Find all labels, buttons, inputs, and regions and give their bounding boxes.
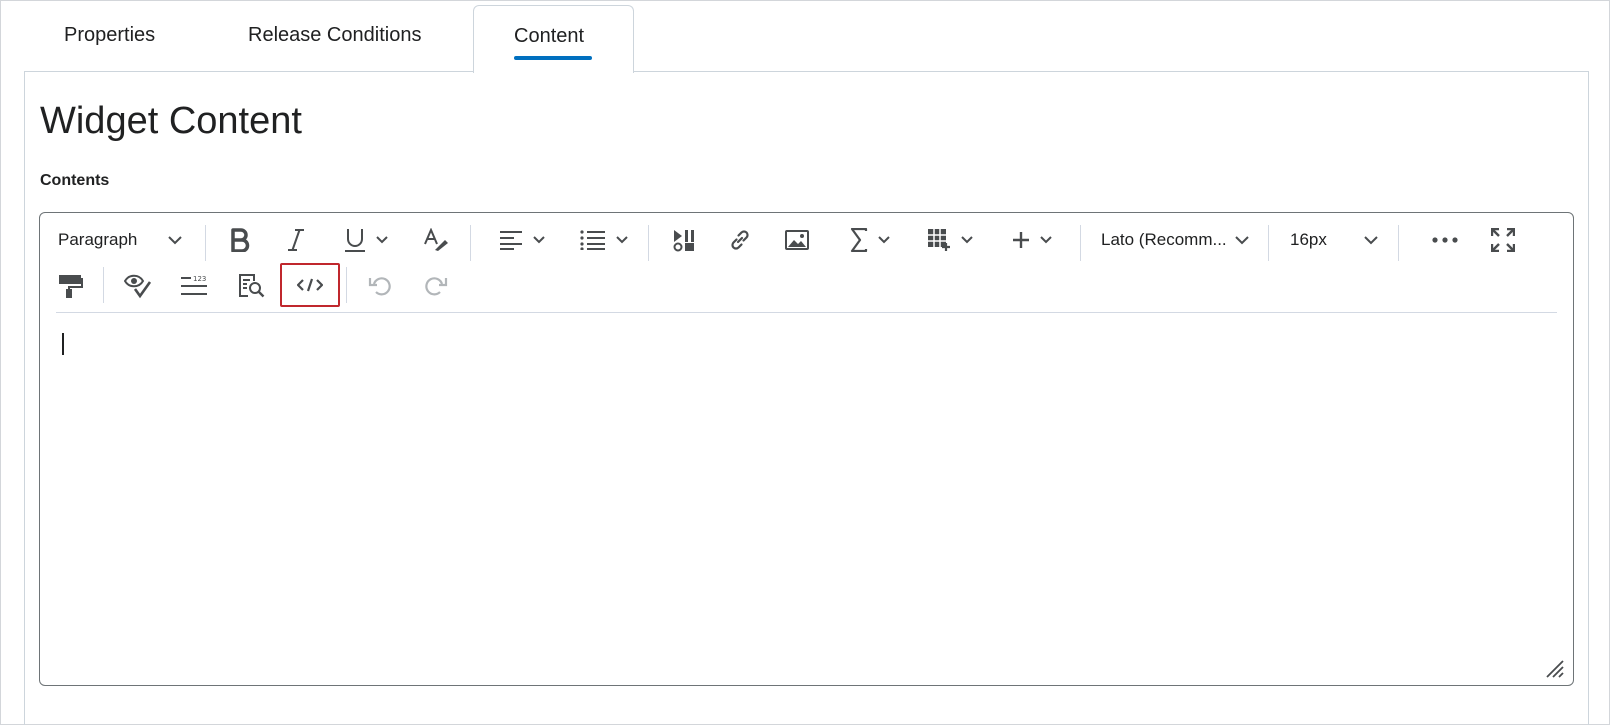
ellipsis-icon bbox=[1432, 237, 1458, 243]
word-count-icon: 123 bbox=[181, 275, 207, 295]
tab-release-conditions[interactable]: Release Conditions bbox=[248, 24, 421, 47]
link-button[interactable] bbox=[720, 221, 760, 259]
fullscreen-button[interactable] bbox=[1483, 221, 1523, 259]
align-button[interactable] bbox=[492, 221, 552, 259]
toolbar-divider bbox=[103, 267, 104, 303]
resize-handle-icon[interactable] bbox=[1545, 659, 1565, 679]
italic-icon bbox=[288, 229, 304, 251]
underline-button[interactable] bbox=[336, 221, 396, 259]
accessibility-checker-button[interactable] bbox=[118, 267, 158, 305]
link-icon bbox=[731, 230, 749, 250]
fullscreen-icon bbox=[1491, 228, 1515, 252]
image-icon bbox=[785, 230, 809, 250]
contents-label: Contents bbox=[40, 172, 110, 189]
list-button[interactable] bbox=[574, 221, 634, 259]
chevron-down-icon bbox=[961, 236, 973, 244]
toolbar-divider bbox=[470, 225, 471, 261]
toolbar-divider bbox=[205, 225, 206, 261]
page-title: Widget Content bbox=[40, 100, 302, 142]
undo-icon bbox=[368, 277, 391, 296]
toolbar-row-1: Paragraph Lato (Recomm... 16px bbox=[40, 217, 1573, 263]
toolbar-divider bbox=[1268, 225, 1269, 261]
tab-bar: Properties Release Conditions Content bbox=[24, 0, 1589, 73]
block-format-select[interactable]: Paragraph bbox=[50, 221, 190, 259]
italic-button[interactable] bbox=[276, 221, 316, 259]
insert-stuff-button[interactable] bbox=[664, 221, 704, 259]
font-size-select[interactable]: 16px bbox=[1284, 221, 1384, 259]
chevron-down-icon bbox=[616, 236, 628, 244]
align-left-icon bbox=[500, 231, 522, 250]
toolbar-divider bbox=[1080, 225, 1081, 261]
tab-content-label: Content bbox=[514, 25, 585, 47]
paint-roller-icon bbox=[59, 275, 83, 298]
toolbar-divider bbox=[1398, 225, 1399, 261]
toolbar-divider bbox=[346, 267, 347, 303]
toolbar-row-2: 123 bbox=[40, 263, 1573, 309]
svg-text:123: 123 bbox=[193, 275, 206, 283]
block-format-value: Paragraph bbox=[58, 230, 138, 249]
active-tab-indicator bbox=[514, 56, 592, 60]
image-button[interactable] bbox=[777, 221, 817, 259]
content-panel: Widget Content Contents Paragraph Lato (… bbox=[24, 71, 1589, 725]
table-button[interactable] bbox=[920, 221, 980, 259]
font-size-value: 16px bbox=[1290, 230, 1327, 249]
redo-icon bbox=[425, 277, 448, 296]
chevron-down-icon bbox=[1364, 235, 1378, 244]
more-button[interactable] bbox=[1425, 221, 1465, 259]
sigma-icon bbox=[850, 228, 868, 252]
strikethrough-format-icon bbox=[424, 228, 448, 251]
bold-button[interactable] bbox=[220, 221, 260, 259]
tab-properties[interactable]: Properties bbox=[64, 24, 155, 47]
chevron-down-icon bbox=[1235, 235, 1249, 244]
insert-button[interactable] bbox=[1002, 221, 1062, 259]
html-editor[interactable]: Paragraph Lato (Recomm... 16px 123 bbox=[39, 212, 1574, 686]
preview-button[interactable] bbox=[232, 267, 272, 305]
table-icon bbox=[928, 229, 950, 251]
equation-button[interactable] bbox=[840, 221, 900, 259]
code-icon bbox=[297, 278, 323, 292]
font-family-value: Lato (Recomm... bbox=[1101, 230, 1227, 249]
eye-check-icon bbox=[124, 274, 152, 299]
toolbar-divider bbox=[648, 225, 649, 261]
toolbar-bottom-divider bbox=[56, 312, 1557, 313]
redo-button[interactable] bbox=[416, 267, 456, 305]
chevron-down-icon bbox=[533, 236, 545, 244]
format-painter-button[interactable] bbox=[50, 267, 90, 305]
font-family-select[interactable]: Lato (Recomm... bbox=[1095, 221, 1255, 259]
word-count-button[interactable]: 123 bbox=[174, 267, 214, 305]
chevron-down-icon bbox=[376, 236, 388, 244]
underline-icon bbox=[345, 229, 365, 252]
chevron-down-icon bbox=[878, 236, 890, 244]
clear-format-button[interactable] bbox=[416, 221, 456, 259]
tab-content[interactable]: Content bbox=[473, 5, 634, 73]
plus-icon bbox=[1013, 232, 1029, 248]
chevron-down-icon bbox=[1040, 236, 1052, 244]
document-search-icon bbox=[239, 274, 265, 298]
undo-button[interactable] bbox=[360, 267, 400, 305]
insert-stuff-icon bbox=[673, 230, 694, 252]
source-code-button[interactable] bbox=[280, 263, 340, 307]
chevron-down-icon bbox=[168, 235, 182, 244]
text-caret[interactable] bbox=[62, 333, 64, 355]
bulleted-list-icon bbox=[580, 230, 605, 250]
bold-icon bbox=[231, 228, 250, 252]
